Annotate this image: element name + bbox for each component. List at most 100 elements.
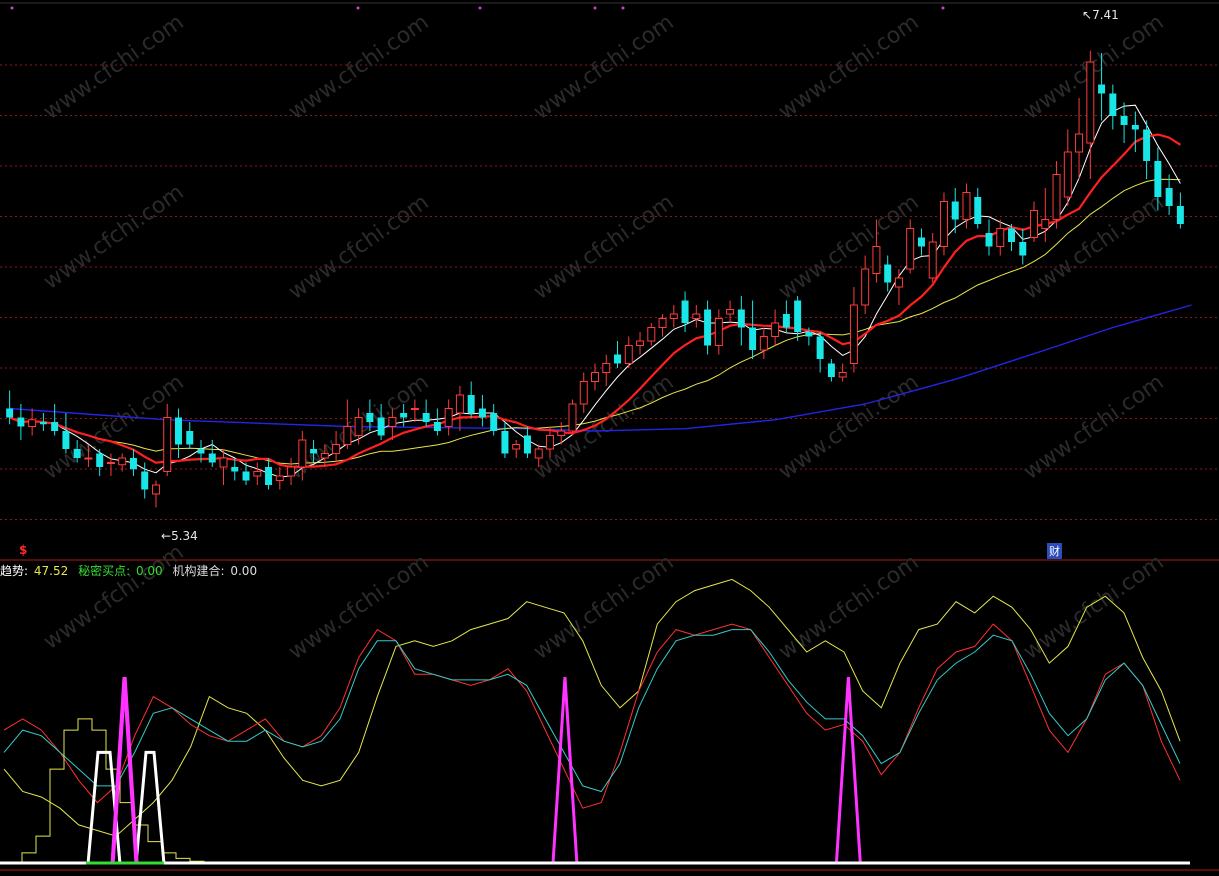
capital-marker[interactable]: $ — [19, 543, 27, 557]
candle-body — [917, 237, 925, 247]
candle-body — [1030, 210, 1039, 238]
candle-body — [1019, 242, 1027, 256]
candle-body — [1154, 161, 1162, 197]
legend-inst-value: 0.00 — [230, 564, 258, 578]
candle — [1109, 84, 1117, 130]
candle-body — [478, 408, 486, 418]
candle — [163, 404, 172, 476]
candle-body — [759, 336, 768, 351]
candle-body — [287, 466, 296, 477]
candle — [749, 300, 757, 359]
candle-body — [726, 309, 735, 315]
candle-body — [714, 318, 723, 346]
candle-body — [872, 246, 881, 274]
candle — [106, 453, 115, 476]
signal-spike-2 — [834, 676, 862, 865]
candle — [275, 467, 284, 490]
watermark-text: www.cfchi.com — [529, 10, 678, 125]
low-price-label: ←5.34 — [161, 529, 198, 543]
candle — [208, 440, 216, 467]
high-price-value: 7.41 — [1092, 8, 1119, 22]
candle — [917, 228, 925, 256]
candle-body — [1176, 206, 1184, 224]
legend-trend-label: 趋势: — [0, 564, 29, 578]
candle-body — [906, 228, 915, 270]
candle — [737, 296, 745, 346]
candle-body — [737, 309, 745, 328]
candle-body — [163, 417, 172, 472]
candle-body — [377, 417, 385, 436]
watermark-text: www.cfchi.com — [774, 190, 923, 305]
watermark-text: www.cfchi.com — [284, 550, 433, 665]
candle — [151, 480, 160, 508]
candle-body — [366, 413, 374, 422]
candle-body — [939, 201, 948, 247]
candle-body — [1143, 129, 1151, 161]
candle-body — [658, 318, 667, 328]
candle — [1086, 50, 1095, 179]
candle-body — [602, 363, 611, 373]
candle-body — [692, 313, 701, 319]
candle — [636, 332, 645, 355]
watermark-text: www.cfchi.com — [1019, 370, 1168, 485]
candle — [669, 305, 678, 328]
candle — [433, 408, 441, 436]
candle — [1063, 129, 1072, 206]
candle — [28, 408, 37, 436]
candle-body — [1165, 188, 1173, 206]
candle — [1176, 192, 1184, 229]
watermark-text: www.cfchi.com — [39, 10, 188, 125]
candle-body — [84, 457, 93, 460]
candle-body — [636, 340, 645, 346]
candle-body — [151, 484, 160, 495]
candle-body — [1063, 151, 1072, 198]
candle — [974, 188, 982, 229]
candle-body — [849, 304, 858, 364]
candle-body — [28, 419, 37, 427]
candle-body — [73, 449, 81, 458]
candle-body — [1086, 61, 1095, 144]
candle — [939, 192, 948, 256]
candle — [794, 296, 802, 341]
top-dot — [593, 6, 597, 10]
candle — [265, 458, 273, 490]
candle-body — [974, 197, 982, 224]
candle-body — [624, 345, 633, 364]
candle — [985, 219, 993, 256]
candle-body — [444, 408, 453, 427]
top-dot — [478, 6, 482, 10]
top-dot — [356, 6, 360, 10]
candle-body — [591, 372, 599, 382]
watermark-text: www.cfchi.com — [284, 190, 433, 305]
candle-body — [523, 435, 531, 454]
candle-body — [1098, 84, 1106, 94]
candle-body — [96, 453, 104, 467]
kline-chart[interactable]: www.cfchi.com www.cfchi.com www.cfchi.com w… — [0, 0, 1219, 872]
candle-body — [704, 309, 712, 346]
candle-body — [681, 300, 689, 323]
indicator-series-1 — [3, 623, 1181, 809]
candle-body — [816, 336, 824, 359]
candle-body — [231, 467, 239, 472]
watermark-text: www.cfchi.com — [529, 190, 678, 305]
candle — [1052, 161, 1061, 229]
candle — [759, 327, 768, 359]
candle-body — [410, 408, 419, 410]
candle-body — [1109, 93, 1117, 116]
candle-body — [422, 413, 430, 422]
finance-marker[interactable]: 财 — [1047, 543, 1062, 559]
watermark-text: www.cfchi.com — [774, 370, 923, 485]
candle-body — [253, 471, 262, 477]
candle-body — [275, 475, 284, 481]
top-dot — [941, 6, 945, 10]
candle-body — [388, 417, 397, 427]
candle-body — [579, 381, 588, 405]
candle-body — [669, 313, 678, 319]
candle-body — [512, 444, 521, 450]
candle-body — [545, 435, 554, 450]
candle-body — [219, 457, 228, 468]
candle-body — [490, 413, 498, 431]
candle — [490, 404, 498, 436]
candle-body — [129, 458, 137, 470]
candle — [849, 287, 858, 373]
